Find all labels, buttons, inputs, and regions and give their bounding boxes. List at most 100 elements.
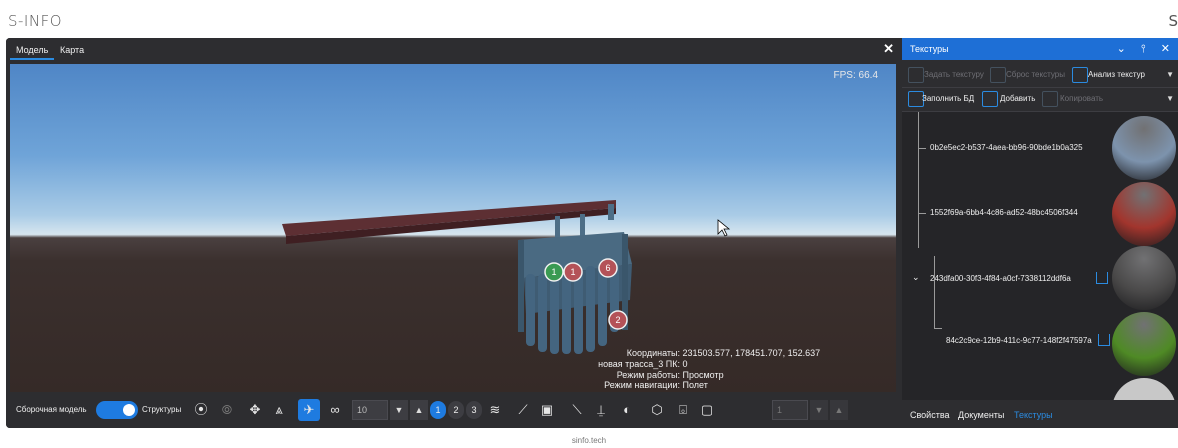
- reset-textures-icon: [990, 67, 1006, 83]
- texture-item-label[interactable]: 1552f69a-6bb4-4c86-ad52-48bc4506f344: [930, 208, 1078, 217]
- nav-value: Полет: [682, 380, 708, 390]
- camera-icon[interactable]: ⌻: [672, 399, 694, 421]
- coords-readout: Координаты: 231503.577, 178451.707, 152.…: [576, 348, 820, 358]
- mode-readout: Режим работы: Просмотр: [576, 370, 724, 380]
- box-view-icon[interactable]: ▢: [696, 399, 718, 421]
- route-label: новая трасса_3 ПК:: [598, 359, 680, 369]
- structures-label: Структуры: [142, 405, 182, 414]
- chevron-down-icon[interactable]: ▼: [390, 400, 408, 420]
- chevron-up-icon[interactable]: ▲: [830, 400, 848, 420]
- panel-titlebar: Текстуры ⌄ ⫯ ✕: [902, 38, 1178, 60]
- move-arrows-icon[interactable]: ✥: [244, 399, 266, 421]
- chevron-down-icon[interactable]: ▼: [1166, 94, 1174, 103]
- download-icon[interactable]: [1096, 272, 1108, 284]
- assembly-structures-toggle[interactable]: [96, 401, 138, 419]
- walk-mode-icon[interactable]: ∞: [324, 399, 346, 421]
- marker-green-1[interactable]: 1: [544, 262, 564, 282]
- page-number-input[interactable]: 1: [772, 400, 808, 420]
- set-texture-button[interactable]: Задать текстуру: [924, 70, 984, 79]
- app-window: Модель Карта ✕ FPS: 66.4 1 1 6 2 Координ…: [6, 38, 1178, 428]
- texture-swatch[interactable]: [1112, 312, 1176, 376]
- compass-icon[interactable]: ⩓: [268, 399, 290, 421]
- marker-red-6[interactable]: 6: [598, 258, 618, 278]
- texture-swatch[interactable]: [1112, 246, 1176, 310]
- reset-textures-button[interactable]: Сброс текстуры: [1006, 70, 1065, 79]
- tab-model[interactable]: Модель: [10, 43, 55, 60]
- ruler-icon[interactable]: ⟍: [566, 399, 588, 421]
- add-icon: [982, 91, 998, 107]
- chevron-down-icon[interactable]: ▼: [1166, 70, 1174, 79]
- location-off-icon[interactable]: ⦾: [216, 399, 238, 421]
- panel-title: Текстуры: [910, 44, 949, 54]
- chevron-down-icon[interactable]: ⌄: [912, 272, 920, 283]
- texture-tree: 0b2e5ec2-b537-4aea-bb96-90bde1b0a325 155…: [902, 112, 1178, 400]
- chevron-up-icon[interactable]: ▲: [410, 400, 428, 420]
- page-button-1[interactable]: 1: [430, 401, 446, 419]
- bottom-toolbar: Сборочная модель Структуры ⦿ ⦾ ✥ ⩓ ✈ ∞ 1…: [6, 392, 900, 428]
- texture-swatch[interactable]: [1112, 378, 1176, 400]
- texture-item-label[interactable]: 84c2c9ce-12b9-411c-9c77-148f2f47597a: [946, 336, 1092, 345]
- layers-icon[interactable]: ▣: [536, 399, 558, 421]
- add-button[interactable]: Добавить: [1000, 94, 1035, 103]
- cube-icon[interactable]: ⬡: [646, 399, 668, 421]
- tree-connector: [934, 256, 935, 328]
- tree-connector: [918, 112, 919, 248]
- wind-icon[interactable]: ≋: [484, 399, 506, 421]
- chevron-down-icon[interactable]: ▼: [810, 400, 828, 420]
- brand-logo-text-right: S: [1168, 12, 1178, 30]
- route-value: 0: [682, 359, 688, 369]
- coords-value: 231503.577, 178451.707, 152.637: [682, 348, 821, 358]
- route-readout: новая трасса_3 ПК: 0: [576, 359, 688, 369]
- brand-logo-text: S-INFO: [8, 12, 63, 30]
- elevation-icon[interactable]: ⍊: [590, 399, 612, 421]
- page-button-3[interactable]: 3: [466, 401, 482, 419]
- 3d-viewport[interactable]: FPS: 66.4 1 1 6 2 Координаты: 231503.577…: [10, 64, 896, 392]
- section-icon[interactable]: ◐: [616, 399, 638, 421]
- coords-label: Координаты:: [626, 348, 680, 358]
- texture-swatch[interactable]: [1112, 182, 1176, 246]
- close-icon[interactable]: ✕: [883, 41, 894, 57]
- mode-label: Режим работы:: [616, 370, 680, 380]
- mouse-cursor-icon: [717, 219, 731, 237]
- location-pin-icon[interactable]: ⦿: [190, 399, 212, 421]
- svg-text:2: 2: [615, 315, 620, 325]
- tab-documents[interactable]: Документы: [958, 410, 1004, 420]
- pole: [608, 204, 614, 220]
- flight-mode-icon[interactable]: ✈: [298, 399, 320, 421]
- texture-item-label[interactable]: 0b2e5ec2-b537-4aea-bb96-90bde1b0a325: [930, 143, 1083, 152]
- draw-polyline-icon[interactable]: ⟋: [512, 399, 534, 421]
- analyze-textures-icon: [1072, 67, 1088, 83]
- assembly-model-label: Сборочная модель: [16, 405, 87, 414]
- footer-url: sinfo.tech: [571, 436, 607, 445]
- nav-label: Режим навигации:: [604, 380, 680, 390]
- page-button-2[interactable]: 2: [448, 401, 464, 419]
- panel-window-icons[interactable]: ⌄ ⫯ ✕: [1117, 42, 1176, 56]
- fill-db-button[interactable]: Заполнить БД: [922, 94, 974, 103]
- tree-connector: [918, 213, 926, 214]
- panel-toolbar-2: Заполнить БД Добавить Копировать ▼: [902, 88, 1178, 112]
- scene-canvas: 1 1 6 2: [282, 200, 731, 354]
- tree-connector: [918, 148, 926, 149]
- copy-icon: [1042, 91, 1058, 107]
- tab-properties[interactable]: Свойства: [910, 410, 950, 420]
- tab-textures[interactable]: Текстуры: [1014, 410, 1053, 420]
- document-tabbar: Модель Карта ✕: [6, 38, 900, 60]
- tree-connector: [934, 328, 942, 329]
- panel-toolbar-1: Задать текстуру Сброс текстуры Анализ те…: [902, 64, 1178, 88]
- tab-map[interactable]: Карта: [54, 43, 90, 60]
- analyze-textures-button[interactable]: Анализ текстур: [1088, 70, 1145, 79]
- svg-text:6: 6: [605, 263, 610, 273]
- texture-item-label[interactable]: 243dfa00-30f3-4f84-a0cf-7338112ddf6a: [930, 274, 1071, 283]
- download-icon[interactable]: [1098, 334, 1110, 346]
- texture-swatch[interactable]: [1112, 116, 1176, 180]
- marker-red-2[interactable]: 2: [608, 310, 628, 330]
- marker-red-1[interactable]: 1: [563, 262, 583, 282]
- count-input[interactable]: 10: [352, 400, 388, 420]
- set-texture-icon: [908, 67, 924, 83]
- textures-panel: Текстуры ⌄ ⫯ ✕ Задать текстуру Сброс тек…: [902, 38, 1178, 428]
- panel-bottom-tabs: Свойства Документы Текстуры: [902, 400, 1178, 428]
- svg-text:1: 1: [570, 267, 575, 277]
- nav-readout: Режим навигации: Полет: [576, 380, 708, 390]
- model-window: Модель Карта ✕ FPS: 66.4 1 1 6 2 Координ…: [6, 38, 900, 428]
- copy-button[interactable]: Копировать: [1060, 94, 1103, 103]
